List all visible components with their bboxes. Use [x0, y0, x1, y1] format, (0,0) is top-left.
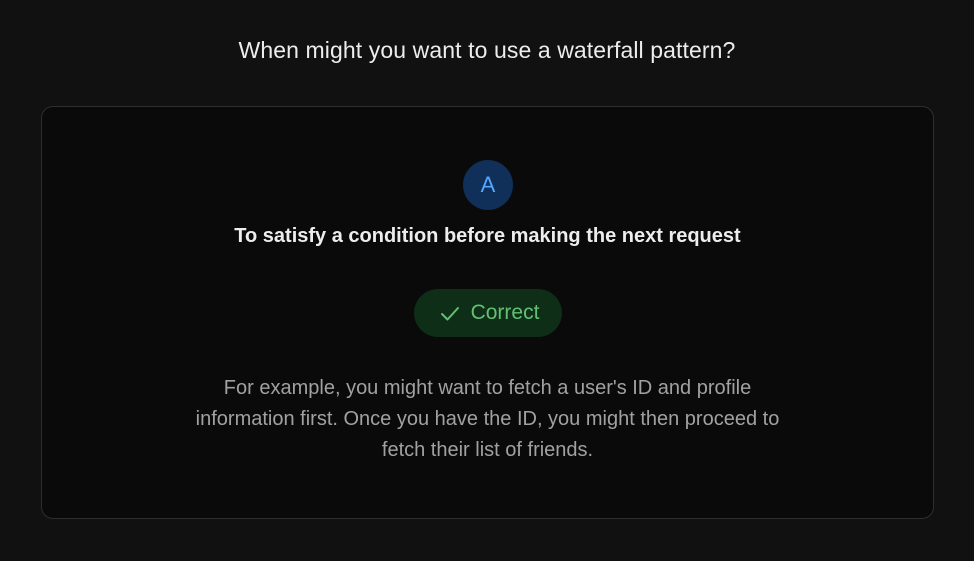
check-icon — [440, 307, 459, 321]
quiz-page: When might you want to use a waterfall p… — [0, 0, 974, 561]
result-badge: Correct — [414, 289, 562, 337]
question-title: When might you want to use a waterfall p… — [238, 37, 736, 63]
explanation-text: For example, you might want to fetch a u… — [195, 377, 780, 461]
result-label: Correct — [470, 301, 540, 324]
answer-card: A To satisfy a condition before making t… — [41, 106, 934, 519]
selected-answer: To satisfy a condition before making the… — [234, 225, 741, 247]
option-letter-badge: A — [463, 160, 513, 210]
